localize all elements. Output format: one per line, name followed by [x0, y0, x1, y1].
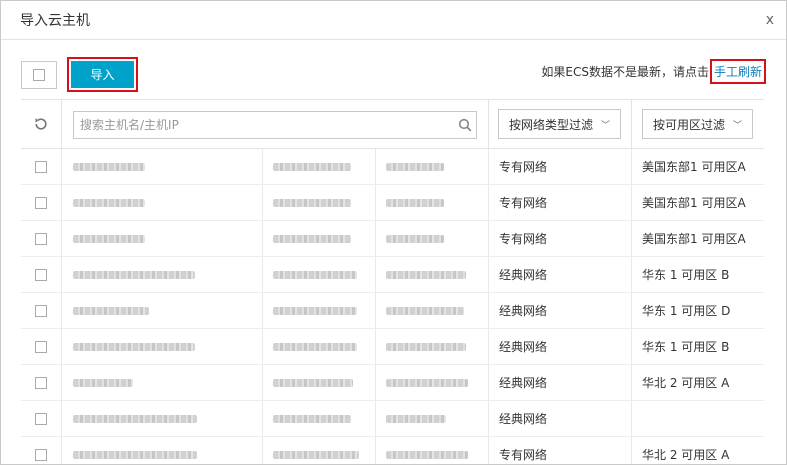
instance-table: 按网络类型过滤 ﹀ 按可用区过滤 ﹀ 专有网络 美国东部1 可用区 [21, 99, 764, 464]
zone: 华东 1 可用区 B [642, 268, 730, 282]
zone: 华北 2 可用区 A [642, 376, 730, 390]
row-checkbox[interactable] [35, 196, 47, 209]
reload-icon[interactable] [33, 116, 49, 132]
network-type: 经典网络 [499, 340, 548, 354]
toolbar: 导入 如果ECS数据不是最新，请点击 手工刷新 [1, 40, 786, 98]
zone: 美国东部1 可用区A [642, 160, 746, 174]
private-ip-redacted [386, 450, 468, 459]
row-checkbox[interactable] [35, 412, 47, 425]
table-row[interactable]: 专有网络 美国东部1 可用区A [21, 185, 764, 221]
instance-name-redacted [73, 378, 133, 387]
row-checkbox[interactable] [35, 160, 47, 173]
chevron-down-icon: ﹀ [733, 120, 743, 131]
table-row[interactable]: 经典网络 华东 1 可用区 B [21, 329, 764, 365]
search-icon[interactable] [454, 113, 476, 137]
instance-name-redacted [73, 234, 145, 243]
table-row[interactable]: 经典网络 华东 1 可用区 B [21, 257, 764, 293]
zone: 华北 2 可用区 A [642, 448, 730, 462]
header-divider [61, 100, 62, 148]
zone-filter-label: 按可用区过滤 [653, 117, 726, 132]
zone: 华东 1 可用区 B [642, 340, 730, 354]
public-ip-redacted [273, 270, 357, 279]
instance-name-redacted [73, 270, 195, 279]
row-checkbox[interactable] [35, 268, 47, 281]
zone: 华东 1 可用区 D [642, 304, 731, 318]
network-type: 专有网络 [499, 232, 548, 246]
search-input[interactable] [74, 113, 454, 137]
import-button[interactable]: 导入 [71, 61, 134, 88]
row-checkbox[interactable] [35, 376, 47, 389]
row-checkbox[interactable] [35, 448, 47, 461]
zone: 美国东部1 可用区A [642, 196, 746, 210]
zone-filter[interactable]: 按可用区过滤 ﹀ [642, 109, 754, 139]
public-ip-redacted [273, 234, 351, 243]
instance-name-redacted [73, 342, 195, 351]
import-ecs-dialog: 导入云主机 x 导入 如果ECS数据不是最新，请点击 手工刷新 搜索主机名/主机… [0, 0, 787, 465]
instance-name-redacted [73, 198, 145, 207]
search-box[interactable] [73, 111, 477, 139]
network-type: 经典网络 [499, 412, 548, 426]
public-ip-redacted [273, 450, 359, 459]
row-checkbox[interactable] [35, 232, 47, 245]
public-ip-redacted [273, 198, 351, 207]
table-row[interactable]: 专有网络 美国东部1 可用区A [21, 149, 764, 185]
refresh-hint: 如果ECS数据不是最新，请点击 手工刷新 [541, 58, 766, 84]
instance-name-redacted [73, 306, 149, 315]
dialog-title: 导入云主机 [20, 13, 90, 29]
table-row[interactable]: 经典网络 华东 1 可用区 D [21, 293, 764, 329]
import-button-highlight: 导入 [67, 57, 138, 92]
private-ip-redacted [386, 306, 464, 315]
public-ip-redacted [273, 306, 357, 315]
network-type-filter[interactable]: 按网络类型过滤 ﹀ [498, 109, 622, 139]
zone: 美国东部1 可用区A [642, 232, 746, 246]
instance-name-redacted [73, 414, 197, 423]
row-checkbox[interactable] [35, 304, 47, 317]
private-ip-redacted [386, 198, 444, 207]
dialog-title-bar: 导入云主机 x [1, 1, 786, 40]
network-type: 专有网络 [499, 160, 548, 174]
instance-name-redacted [73, 162, 145, 171]
instance-name-redacted [73, 450, 197, 459]
table-row[interactable]: 专有网络 华北 2 可用区 A [21, 437, 764, 464]
private-ip-redacted [386, 234, 444, 243]
network-type: 经典网络 [499, 376, 548, 390]
row-checkbox[interactable] [35, 340, 47, 353]
private-ip-redacted [386, 342, 466, 351]
refresh-hint-text: 如果ECS数据不是最新，请点击 [541, 64, 709, 79]
private-ip-redacted [386, 414, 446, 423]
network-type: 专有网络 [499, 448, 548, 462]
public-ip-redacted [273, 414, 351, 423]
table-header: 按网络类型过滤 ﹀ 按可用区过滤 ﹀ [21, 100, 764, 149]
table-row[interactable]: 专有网络 美国东部1 可用区A [21, 221, 764, 257]
network-type-filter-label: 按网络类型过滤 [509, 117, 594, 132]
public-ip-redacted [273, 162, 351, 171]
private-ip-redacted [386, 378, 468, 387]
network-type: 经典网络 [499, 304, 548, 318]
select-all-checkbox[interactable] [21, 61, 57, 89]
checkbox-box [33, 69, 45, 81]
private-ip-redacted [386, 270, 466, 279]
public-ip-redacted [273, 378, 353, 387]
table-row[interactable]: 经典网络 [21, 401, 764, 437]
header-divider [488, 100, 489, 148]
network-type: 经典网络 [499, 268, 548, 282]
manual-refresh-link[interactable]: 手工刷新 [709, 58, 766, 84]
table-body: 专有网络 美国东部1 可用区A 专有网络 美国东部1 可用区A 专有网络 美国东… [21, 149, 764, 464]
network-type: 专有网络 [499, 196, 548, 210]
chevron-down-icon: ﹀ [601, 120, 611, 131]
close-icon[interactable]: x [762, 10, 778, 30]
header-divider [631, 100, 632, 148]
private-ip-redacted [386, 162, 444, 171]
table-row[interactable]: 经典网络 华北 2 可用区 A [21, 365, 764, 401]
public-ip-redacted [273, 342, 357, 351]
